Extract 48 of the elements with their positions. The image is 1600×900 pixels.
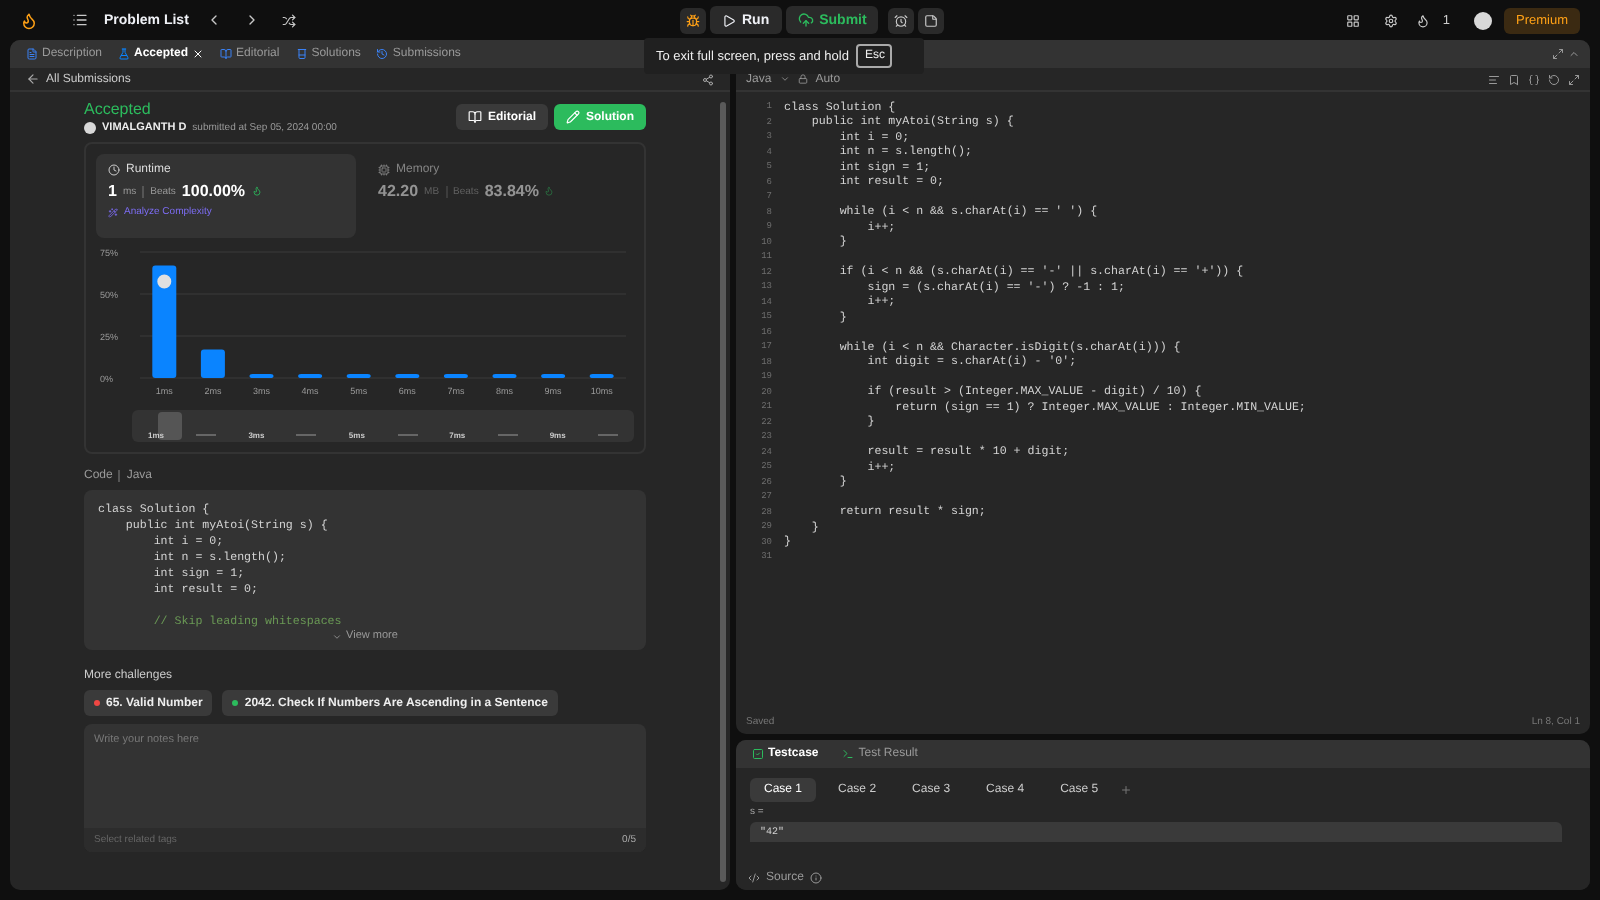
share-icon	[702, 73, 714, 85]
braces-icon	[1528, 73, 1540, 85]
beats-value: 100.00%	[181, 182, 246, 200]
flame-icon	[1416, 13, 1431, 27]
user-avatar	[84, 122, 96, 134]
plus-icon	[1120, 784, 1133, 796]
check-icon	[752, 748, 764, 760]
tab-icon	[376, 48, 389, 60]
info-icon	[810, 872, 823, 884]
close-icon[interactable]	[192, 48, 205, 60]
beats-value: 83.84%	[484, 182, 539, 200]
metric-value: 42.20	[378, 182, 419, 200]
chart-bar	[152, 265, 177, 378]
status-text: Accepted	[84, 100, 153, 118]
tab-icon	[295, 48, 308, 60]
wand-icon	[108, 207, 118, 217]
reset-icon	[1548, 73, 1560, 85]
note-button[interactable]	[918, 7, 945, 33]
chip-icon	[378, 164, 390, 176]
chevron-down-icon	[332, 631, 343, 641]
bug-icon	[686, 13, 700, 27]
alarm-clock-icon	[894, 13, 909, 27]
metric-value: 1	[108, 182, 117, 200]
tab-icon	[220, 48, 233, 60]
settings-icon	[1384, 13, 1399, 27]
clock-icon	[108, 164, 120, 176]
note-icon	[924, 13, 939, 27]
tab-icon	[118, 48, 131, 60]
back-arrow-icon	[26, 72, 40, 86]
layout-icon	[1346, 13, 1361, 27]
pencil-icon	[566, 110, 580, 124]
bug-button[interactable]	[680, 7, 706, 33]
chart-bar	[200, 349, 225, 378]
timer-button[interactable]	[888, 7, 915, 33]
lock-icon	[797, 74, 808, 84]
cloud-upload-icon	[797, 12, 814, 28]
chevron-up-icon	[1568, 48, 1580, 60]
bookmark-icon	[1508, 73, 1520, 85]
play-icon	[722, 13, 736, 27]
tab-icon	[26, 48, 38, 60]
book-icon	[467, 110, 482, 124]
chevron-down-icon	[779, 74, 790, 84]
avatar-marker	[155, 272, 174, 291]
scrollbar[interactable]	[720, 102, 726, 882]
logo-icon	[20, 11, 38, 29]
format-icon	[1488, 73, 1500, 85]
avatar[interactable]	[1473, 11, 1492, 29]
code-icon	[748, 872, 760, 884]
